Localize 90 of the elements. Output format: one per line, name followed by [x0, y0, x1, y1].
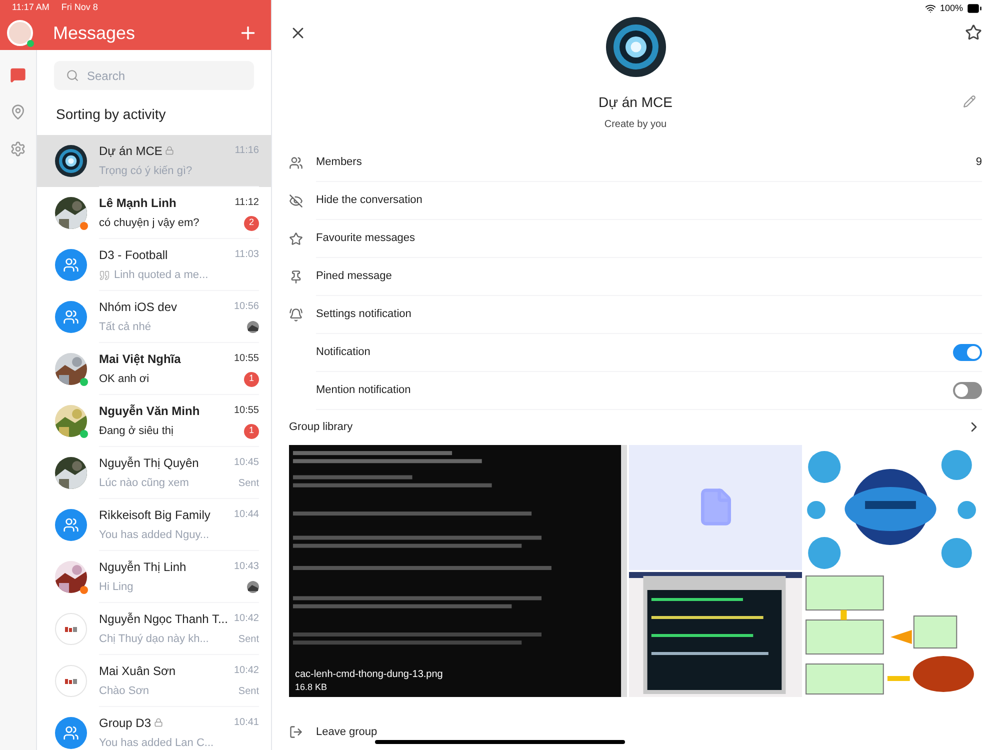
chat-preview: Đang ở siêu thị: [99, 424, 174, 439]
chat-preview: Chị Thuý dạo này kh...: [99, 632, 209, 647]
chat-name: D3 - Football: [99, 246, 168, 264]
group-subtitle: Create by you: [604, 118, 667, 132]
chat-time: 10:45: [234, 456, 259, 470]
file-name: cac-lenh-cmd-thong-dung-13.png: [295, 669, 443, 682]
chat-name: Nguyễn Thị Quyên: [99, 454, 199, 472]
chat-time: 10:41: [234, 716, 259, 730]
chat-name: Nhóm iOS dev: [99, 298, 178, 316]
chat-time: 10:42: [234, 612, 259, 626]
star-icon[interactable]: [965, 24, 982, 41]
battery-percent: 100%: [940, 2, 963, 15]
setting-label[interactable]: Hide the conversation: [316, 192, 422, 208]
people-icon: [63, 725, 79, 741]
group-title: Dự án MCE: [598, 92, 672, 112]
setting-label[interactable]: Favourite messages: [316, 230, 416, 246]
seen-avatar-icon: [247, 321, 259, 333]
sent-status: Sent: [238, 632, 259, 646]
library-title: Group library: [289, 420, 353, 435]
chat-preview: Lúc nào cũng xem: [99, 476, 189, 491]
chat-time: 10:44: [234, 508, 259, 522]
chat-time: 11:16: [234, 144, 259, 158]
screen-title: Messages: [53, 22, 136, 45]
search-icon: [66, 69, 79, 82]
chat-name: Nguyễn Thị Linh: [99, 558, 186, 576]
section-title: Sorting by activity: [55, 105, 167, 124]
file-thumbnail[interactable]: [629, 444, 802, 570]
unread-badge: 2: [244, 216, 259, 230]
status-time: 11:17 AM: [12, 1, 50, 14]
chat-time: 10:42: [234, 664, 259, 678]
chat-preview: Chào Sơn: [99, 684, 150, 699]
chat-name: Nguyễn Ngọc Thanh T...: [99, 610, 228, 628]
chat-time: 10:55: [234, 352, 259, 366]
chat-name: Mai Xuân Sơn: [99, 662, 176, 680]
group-avatar: [55, 145, 87, 177]
chat-preview: You has added Nguy...: [99, 528, 210, 543]
company-logo-avatar: [55, 665, 87, 697]
chat-preview: có chuyện j vậy em?: [99, 216, 200, 231]
eye-off-icon: [289, 194, 303, 208]
search-field[interactable]: Search: [54, 61, 254, 90]
setting-label[interactable]: Notification: [316, 344, 370, 360]
group-avatar: [606, 16, 666, 77]
toggle-switch[interactable]: [953, 382, 982, 399]
chat-preview: Hi Ling: [99, 580, 134, 595]
chat-name: Mai Việt Nghĩa: [99, 350, 181, 368]
chat-time: 10:56: [234, 300, 259, 314]
star-icon: [289, 232, 303, 246]
chat-preview: You has added Lan C...: [99, 736, 214, 750]
chat-preview: OK anh ơi: [99, 372, 150, 387]
setting-label[interactable]: Pined message: [316, 268, 392, 284]
chat-time: 11:03: [234, 248, 259, 262]
people-icon: [63, 517, 79, 533]
chat-name: Group D3: [99, 714, 152, 732]
file-size: 16.8 KB: [295, 682, 328, 693]
unread-badge: 1: [244, 372, 259, 386]
member-count: 9: [976, 154, 982, 170]
chat-time: 10:55: [234, 404, 259, 418]
profile-avatar[interactable]: [7, 20, 33, 46]
chat-name: Nguyễn Văn Minh: [99, 402, 200, 420]
chat-time: 10:43: [234, 560, 259, 574]
chat-name: Lê Mạnh Linh: [99, 194, 176, 212]
pin-icon: [289, 270, 303, 284]
setting-label[interactable]: Mention notification: [316, 382, 411, 398]
seen-avatar-icon: [247, 581, 259, 593]
chat-preview: Tất cả nhé: [99, 320, 151, 335]
chat-time: 11:12: [234, 196, 259, 210]
edit-icon[interactable]: [963, 94, 976, 108]
chat-row[interactable]: Dự án MCE 11:16 Trọng có ý kiến gì?: [37, 135, 271, 187]
unread-badge: 1: [244, 424, 259, 438]
company-logo-avatar: [55, 613, 87, 645]
chat-preview: Trọng có ý kiến gì?: [99, 164, 192, 179]
setting-label[interactable]: Settings notification: [316, 306, 412, 322]
settings-icon[interactable]: [10, 141, 26, 157]
people-icon: [63, 309, 79, 325]
chat-preview: Linh quoted a me...: [114, 268, 208, 283]
chat-name: Dự án MCE: [99, 142, 162, 160]
wifi-icon: [924, 2, 936, 14]
leave-group-button[interactable]: Leave group: [316, 724, 378, 741]
sent-status: Sent: [238, 476, 259, 490]
status-date: Fri Nov 8: [61, 1, 98, 14]
exit-icon[interactable]: [289, 725, 303, 740]
bell-icon: [289, 308, 303, 322]
chat-name: Rikkeisoft Big Family: [99, 506, 210, 524]
chat-icon[interactable]: [10, 67, 26, 83]
sent-status: Sent: [238, 684, 259, 698]
map-pin-icon[interactable]: [10, 104, 26, 120]
setting-label[interactable]: Members: [316, 154, 362, 170]
people-icon: [289, 156, 303, 170]
people-icon: [63, 257, 79, 273]
toggle-switch[interactable]: [953, 344, 982, 361]
